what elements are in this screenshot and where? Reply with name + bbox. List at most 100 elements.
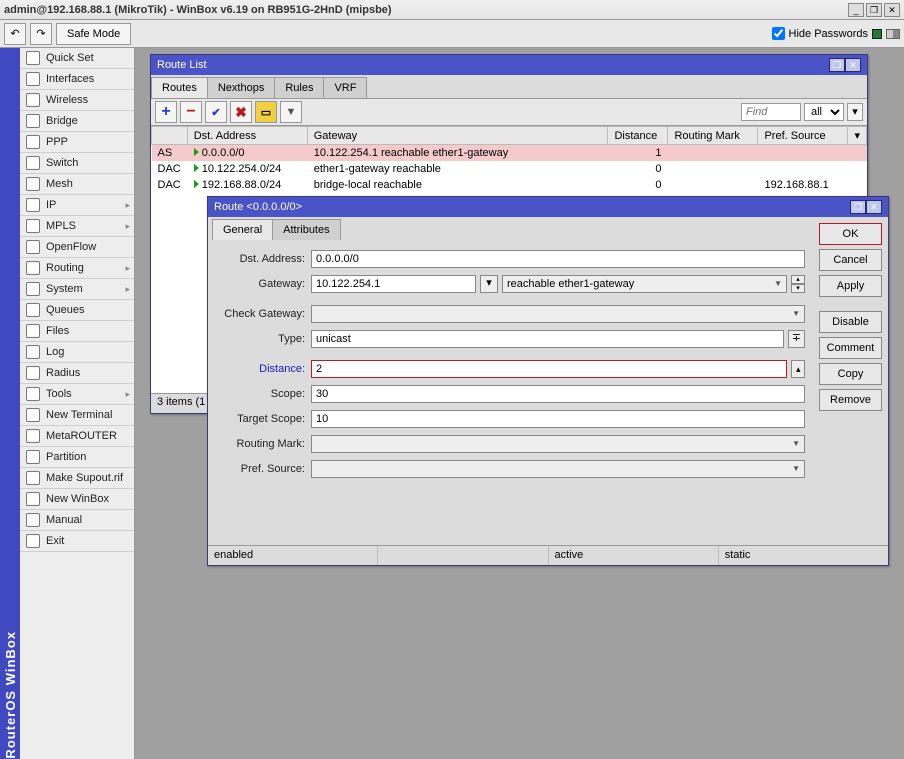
distance-label: Distance: [216,363,311,375]
menu-item-mesh[interactable]: Mesh [20,174,134,195]
menu-item-mpls[interactable]: MPLS▸ [20,216,134,237]
menu-item-radius[interactable]: Radius [20,363,134,384]
menu-item-manual[interactable]: Manual [20,510,134,531]
menu-item-openflow[interactable]: OpenFlow [20,237,134,258]
enable-button[interactable]: ✔ [205,101,227,123]
menu-label: MPLS [46,220,76,232]
gateway-up-button[interactable]: ▴ [791,275,805,284]
target-scope-input[interactable] [311,410,805,428]
menu-item-partition[interactable]: Partition [20,447,134,468]
remove-button[interactable]: Remove [819,389,882,411]
route-list-titlebar[interactable]: Route List ❐ ✕ [151,55,867,75]
comment-button[interactable]: Comment [819,337,882,359]
remove-button[interactable]: − [180,101,202,123]
hide-passwords-toggle[interactable]: Hide Passwords [772,27,868,40]
tab-vrf[interactable]: VRF [323,77,367,98]
minimize-button[interactable]: _ [848,3,864,17]
distance-input[interactable] [311,360,787,378]
menu-item-interfaces[interactable]: Interfaces [20,69,134,90]
gateway-label: Gateway: [216,278,311,290]
menu-item-bridge[interactable]: Bridge [20,111,134,132]
column-header[interactable]: Distance [608,127,668,145]
close-button[interactable]: ✕ [884,3,900,17]
active-icon [194,164,199,172]
disable-button[interactable]: Disable [819,311,882,333]
menu-item-ppp[interactable]: PPP [20,132,134,153]
menu-item-system[interactable]: System▸ [20,279,134,300]
distance-up-button[interactable]: ▴ [791,360,805,378]
type-input[interactable] [311,330,784,348]
menu-item-routing[interactable]: Routing▸ [20,258,134,279]
menu-item-wireless[interactable]: Wireless [20,90,134,111]
menu-item-ip[interactable]: IP▸ [20,195,134,216]
tab-nexthops[interactable]: Nexthops [207,77,275,98]
scope-input[interactable] [311,385,805,403]
check-gateway-select[interactable] [311,305,805,323]
menu-icon [26,135,40,149]
tab-attributes[interactable]: Attributes [272,219,340,240]
add-button[interactable]: + [155,101,177,123]
column-header[interactable]: Gateway [307,127,608,145]
menu-item-new-terminal[interactable]: New Terminal [20,405,134,426]
filter-select[interactable]: all [804,103,844,121]
table-row[interactable]: DAC192.168.88.0/24bridge-local reachable… [152,177,867,193]
menu-label: New WinBox [46,493,109,505]
gateway-input[interactable] [311,275,476,293]
dst-address-input[interactable] [311,250,805,268]
column-header[interactable]: Pref. Source [758,127,848,145]
menu-item-metarouter[interactable]: MetaROUTER [20,426,134,447]
table-row[interactable]: AS0.0.0.0/010.122.254.1 reachable ether1… [152,145,867,162]
tab-routes[interactable]: Routes [151,77,208,98]
type-dropdown-button[interactable]: ∓ [788,330,805,348]
restore-button[interactable]: ❐ [866,3,882,17]
route-detail-title: Route <0.0.0.0/0> [214,201,850,213]
signal-icon [886,29,900,39]
comment-button[interactable]: ▭ [255,101,277,123]
column-menu-button[interactable]: ▾ [848,127,867,145]
gateway-dropdown-button[interactable]: ▾ [480,275,498,293]
menu-item-log[interactable]: Log [20,342,134,363]
find-input[interactable] [741,103,801,121]
column-header[interactable] [152,127,188,145]
menu-item-switch[interactable]: Switch [20,153,134,174]
table-row[interactable]: DAC10.122.254.0/24ether1-gateway reachab… [152,161,867,177]
copy-button[interactable]: Copy [819,363,882,385]
route-list-restore-button[interactable]: ❐ [829,58,845,72]
route-list-close-button[interactable]: ✕ [845,58,861,72]
ok-button[interactable]: OK [819,223,882,245]
gateway-down-button[interactable]: ▾ [791,284,805,293]
menu-item-new-winbox[interactable]: New WinBox [20,489,134,510]
menu-label: Log [46,346,64,358]
filter-dropdown-button[interactable]: ▾ [847,103,863,121]
menu-item-files[interactable]: Files [20,321,134,342]
undo-button[interactable]: ↶ [4,23,26,45]
menu-icon [26,240,40,254]
safe-mode-button[interactable]: Safe Mode [56,23,131,45]
menu-item-quick-set[interactable]: Quick Set [20,48,134,69]
hide-passwords-checkbox[interactable] [772,27,785,40]
gateway-reachable[interactable]: reachable ether1-gateway [502,275,787,293]
tab-rules[interactable]: Rules [274,77,324,98]
scope-label: Scope: [216,388,311,400]
tab-general[interactable]: General [212,219,273,240]
column-header[interactable]: Routing Mark [668,127,758,145]
route-detail-close-button[interactable]: ✕ [866,200,882,214]
menu-item-tools[interactable]: Tools▸ [20,384,134,405]
cancel-button[interactable]: Cancel [819,249,882,271]
pref-source-select[interactable] [311,460,805,478]
menu-item-queues[interactable]: Queues [20,300,134,321]
route-detail-restore-button[interactable]: ❐ [850,200,866,214]
menu-icon [26,471,40,485]
menu-item-make-supout-rif[interactable]: Make Supout.rif [20,468,134,489]
routing-mark-select[interactable] [311,435,805,453]
route-detail-titlebar[interactable]: Route <0.0.0.0/0> ❐ ✕ [208,197,888,217]
menu-item-exit[interactable]: Exit [20,531,134,552]
filter-button[interactable]: ▼ [280,101,302,123]
chevron-right-icon: ▸ [125,263,130,274]
menu-icon [26,261,40,275]
apply-button[interactable]: Apply [819,275,882,297]
disable-button[interactable]: ✖ [230,101,252,123]
route-detail-buttons: OK Cancel Apply Disable Comment Copy Rem… [813,217,888,545]
column-header[interactable]: Dst. Address [187,127,307,145]
redo-button[interactable]: ↷ [30,23,52,45]
